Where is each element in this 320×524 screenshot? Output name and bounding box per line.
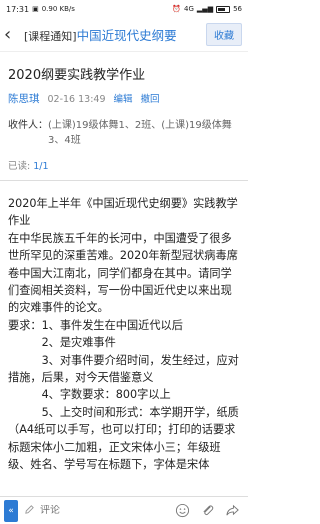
author-name[interactable]: 陈思琪 [8,91,40,106]
post-date: 02-16 13:49 [47,94,106,105]
alarm-icon: ⏰ [172,5,182,13]
comment-box[interactable] [24,501,175,521]
network-speed: 0.90 KB/s [41,5,75,13]
recipients: 收件人： (上课)19级体舞1、2班、(上课)19级体舞3、4班 [0,106,248,148]
read-count-link[interactable]: 1/1 [33,161,48,172]
header: ‹ [课程通知]中国近现代史纲要 收藏 [0,18,248,52]
doc-title: 2020纲要实践教学作业 [8,68,146,83]
page-title: [课程通知]中国近现代史纲要 [24,25,206,44]
body-line: 2、是灾难事件 [8,336,116,350]
collect-button[interactable]: 收藏 [206,23,242,46]
body-line: 要求：1、事件发生在中国近代以后 [8,318,183,332]
attachment-icon[interactable] [200,503,215,518]
body-line: 5、上交时间和形式：本学期开学，纸质（A4纸可以手写，也可以打印；打印的话要求标… [8,405,239,472]
comment-input[interactable] [40,505,160,516]
battery-icon [216,5,231,13]
back-icon[interactable]: ‹ [4,25,24,44]
body-line: 在中华民族五千年的长河中，中国遭受了很多世所罕见的深重苦难。2020年新型冠状病… [8,231,238,315]
notice-body: 2020年上半年《中国近现代史纲要》实践教学作业 在中华民族五千年的长河中，中国… [0,181,248,474]
share-icon[interactable] [225,503,240,518]
body-line: 4、字数要求：800字以上 [8,388,171,402]
signal-icon: ▂▄▆ [196,5,214,13]
notice-tag: [课程通知] [24,30,77,43]
side-menu-icon[interactable]: « [4,499,18,522]
recipients-label: 收件人： [8,120,48,131]
status-time: 17:31 [6,4,30,14]
comment-bar: « [0,496,248,524]
emoji-icon[interactable] [175,503,190,518]
body-line: 3、对事件要介绍时间，发生经过，应对措施，后果，对今天借鉴意义 [8,353,239,385]
battery-level: 56 [233,5,242,13]
read-label: 已读: [8,161,31,172]
pencil-icon [24,504,35,518]
status-bar: 17:31 ▣ 0.90 KB/s ⏰ 4G ▂▄▆ 56 [0,0,248,18]
course-name: 中国近现代史纲要 [76,28,177,43]
read-status: 已读: 1/1 [0,148,248,172]
revoke-button[interactable]: 撤回 [141,91,160,105]
recipients-value: (上课)19级体舞1、2班、(上课)19级体舞3、4班 [48,120,232,146]
notification-icon: ▣ [32,5,39,13]
edit-button[interactable]: 编辑 [114,91,133,105]
network-type: 4G [184,5,194,13]
body-line: 2020年上半年《中国近现代史纲要》实践教学作业 [8,197,238,228]
doc-meta: 陈思琪 02-16 13:49 编辑 撤回 [0,91,248,106]
